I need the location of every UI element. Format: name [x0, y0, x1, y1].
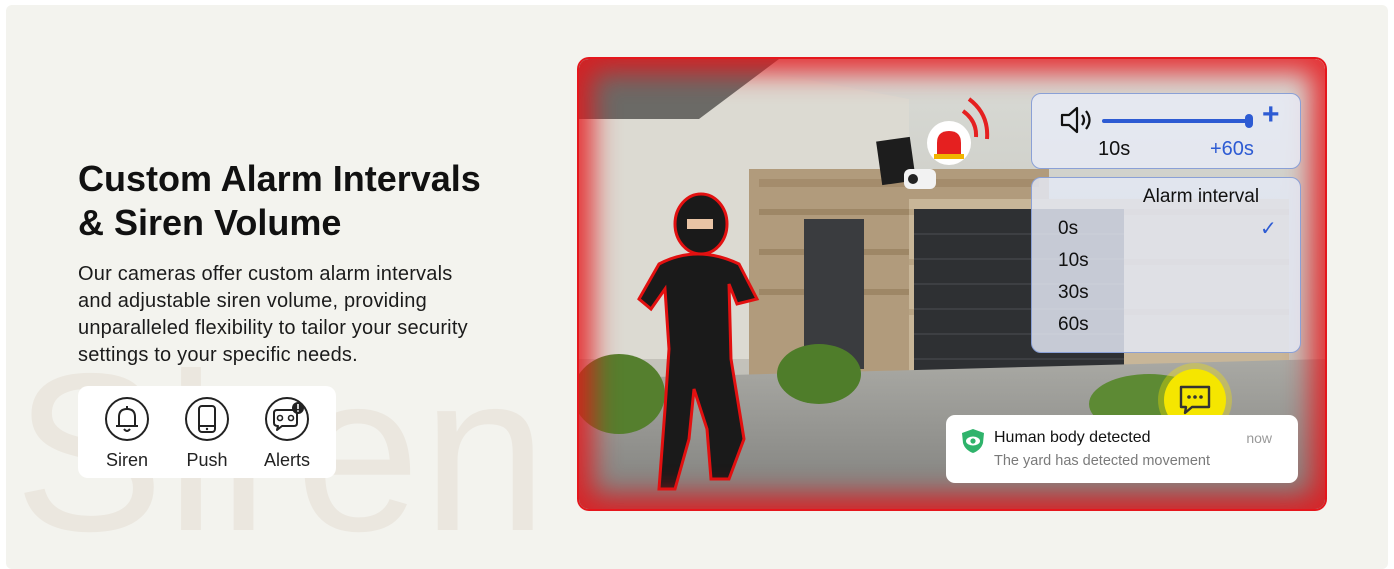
notification-title: Human body detected	[994, 429, 1151, 446]
alarm-interval-menu: Alarm interval 0s ✓ 10s 30s 60s	[1031, 177, 1301, 353]
interval-option-60s[interactable]: 60s	[1058, 314, 1089, 336]
volume-min-label: 10s	[1098, 138, 1131, 160]
feature-panel: Siren Push Alerts	[78, 386, 336, 478]
title-line-2: & Siren Volume	[78, 202, 342, 243]
notification-time: now	[1246, 430, 1272, 446]
siren-volume-control[interactable]: + 10s +60s	[1031, 93, 1301, 169]
volume-slider-handle[interactable]	[1245, 114, 1253, 128]
camera-scene: + 10s +60s Alarm interval 0s ✓ 10s 30s 6…	[579, 59, 1325, 509]
feature-alerts: Alerts	[252, 396, 322, 471]
notification-body: The yard has detected movement	[994, 453, 1211, 469]
feature-label: Siren	[105, 450, 149, 470]
page-title: Custom Alarm Intervals & Siren Volume	[78, 157, 558, 245]
feature-push: Push	[172, 396, 242, 471]
shield-eye-icon	[962, 429, 984, 453]
alert-message-icon	[265, 397, 309, 441]
interval-option-10s[interactable]: 10s	[1058, 250, 1089, 272]
description: Our cameras offer custom alarm intervals…	[78, 261, 568, 369]
description-line-2: and adjustable siren volume, providing	[78, 290, 427, 312]
alarm-interval-title: Alarm interval	[1142, 186, 1260, 207]
volume-slider-track[interactable]	[1102, 119, 1252, 123]
title-line-1: Custom Alarm Intervals	[78, 158, 481, 199]
description-line-3: unparalleled flexibility to tailor your …	[78, 317, 468, 339]
interval-option-30s[interactable]: 30s	[1058, 282, 1089, 304]
feature-siren: Siren	[92, 396, 162, 471]
phone-icon	[185, 397, 229, 441]
description-line-1: Our cameras offer custom alarm intervals	[78, 263, 453, 285]
interval-option-0s[interactable]: 0s	[1058, 218, 1078, 240]
volume-plus-icon[interactable]: +	[1262, 100, 1280, 130]
chat-icon	[1179, 385, 1211, 415]
bell-icon	[105, 397, 149, 441]
volume-max-label: +60s	[1210, 138, 1254, 160]
feature-label: Alerts	[263, 450, 310, 470]
checkmark-icon: ✓	[1260, 218, 1277, 240]
description-line-4: settings to your specific needs.	[78, 344, 358, 366]
notification-card[interactable]: Human body detected The yard has detecte…	[946, 415, 1298, 483]
feature-label: Push	[186, 450, 228, 470]
speaker-icon	[1060, 106, 1091, 134]
